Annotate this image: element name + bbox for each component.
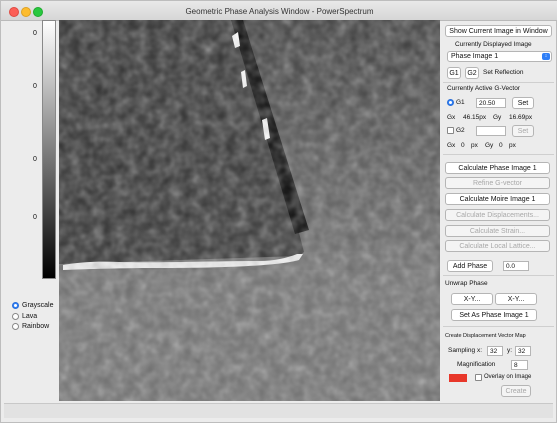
magnification-field[interactable]: 8 [511,360,528,370]
colorbar-label: 0 [33,83,37,90]
colorbar-label: 0 [33,214,37,221]
sampling-x-label: x: [477,347,483,354]
colormap-option-label: Grayscale [22,302,54,309]
colormap-option-label: Rainbow [22,323,50,330]
displayed-image-value: Phase Image 1 [451,53,499,60]
overlay-checkbox[interactable] [475,374,482,381]
divider [443,326,554,327]
calculate-local-lattice-button[interactable]: Calculate Local Lattice... [445,240,550,252]
g1-radio-label: G1 [456,99,465,106]
colormap-option-label: Lava [22,313,38,320]
gy2-unit: px [509,142,516,149]
g2-checkbox[interactable] [447,127,454,134]
divider [443,275,554,276]
g2-value-field[interactable] [476,126,506,136]
radio-selected-icon [12,302,19,309]
gy2-value: 0 [499,142,503,149]
create-button[interactable]: Create [501,385,531,397]
unwrap-y-button[interactable]: X-Y... [495,293,537,305]
colormap-radio-grayscale[interactable]: Grayscale [12,302,54,309]
g1-radio[interactable] [447,99,454,106]
gx2-label: Gx [447,142,456,149]
colorbar-label: 0 [33,30,37,37]
unwrap-x-button[interactable]: X-Y... [451,293,493,305]
displayed-image-select[interactable]: Phase Image 1 ↕ [447,51,552,62]
g1-button[interactable]: G1 [447,67,461,79]
displacement-map-label: Create Displacement Vector Map [445,333,526,339]
active-gvector-label: Currently Active G-Vector [447,85,520,92]
g1-value-field[interactable]: 20.50 [476,98,506,108]
divider [443,154,554,155]
set-as-phase-button[interactable]: Set As Phase Image 1 [451,309,537,321]
gx2-unit: px [471,142,478,149]
gy-value: 16.69px [509,114,533,121]
control-panel: Show Current Image in Window Currently D… [443,20,554,400]
gx2-value: 0 [461,142,465,149]
radio-icon [12,323,19,330]
sampling-label: Sampling [448,347,476,354]
radio-icon [12,313,19,320]
vector-color-swatch[interactable] [449,374,467,382]
sampling-y-label: y: [507,347,513,354]
sampling-y-field[interactable]: 32 [515,346,531,356]
title-bar: Geometric Phase Analysis Window - PowerS… [1,1,557,21]
currently-displayed-label: Currently Displayed Image [455,41,532,48]
colorbar-label: 0 [33,156,37,163]
calculate-strain-button[interactable]: Calculate Strain... [445,225,550,237]
divider [443,82,554,83]
colormap-radio-rainbow[interactable]: Rainbow [12,323,49,330]
overlay-label: Overlay on Image [484,374,532,380]
phase-image [59,20,440,401]
g2-set-button[interactable]: Set [512,125,534,137]
window-title: Geometric Phase Analysis Window - PowerS… [185,7,374,16]
gx-value: 46.15px [463,114,487,121]
calculate-phase-button[interactable]: Calculate Phase Image 1 [445,162,550,174]
set-reflection-label: Set Reflection [483,69,524,76]
refine-gvector-button[interactable]: Refine G-vector [445,177,550,189]
g2-checkbox-label: G2 [456,127,465,134]
show-current-image-button[interactable]: Show Current Image in Window [445,25,552,37]
calculate-moire-button[interactable]: Calculate Moire Image 1 [445,193,550,205]
colormap-radio-lava[interactable]: Lava [12,313,37,320]
g2-button[interactable]: G2 [465,67,479,79]
g1-set-button[interactable]: Set [512,97,534,109]
add-phase-field[interactable]: 0.0 [503,261,529,271]
unwrap-phase-label: Unwrap Phase [445,280,488,287]
colorbar [42,20,56,279]
calculate-displacements-button[interactable]: Calculate Displacements... [445,209,550,221]
gx-label: Gx [447,114,456,121]
phase-image-view[interactable] [59,20,440,401]
sampling-x-field[interactable]: 32 [487,346,503,356]
gy2-label: Gy [485,142,494,149]
add-phase-button[interactable]: Add Phase [447,260,493,272]
status-bar [4,403,553,418]
chevron-updown-icon: ↕ [542,53,550,60]
gy-label: Gy [493,114,502,121]
magnification-label: Magnification [457,361,496,368]
